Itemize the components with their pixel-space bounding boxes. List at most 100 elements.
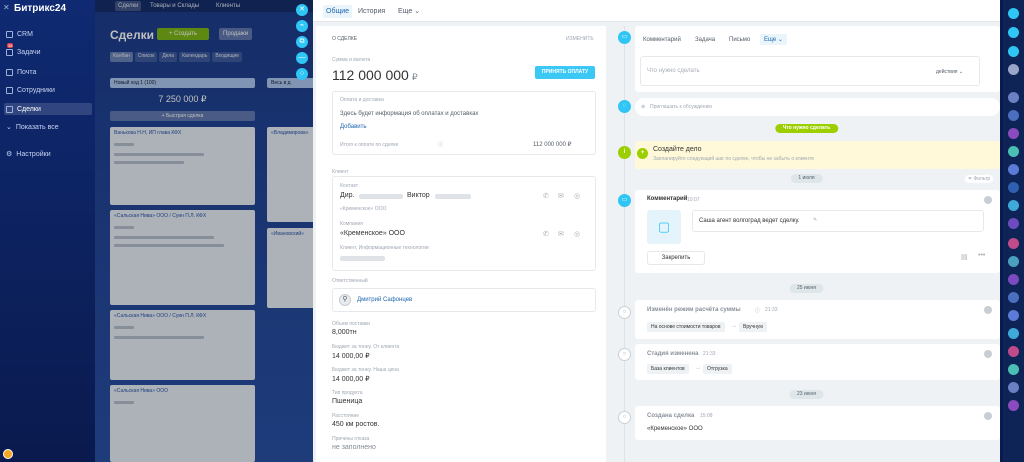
view-incoming[interactable]: Входящие [212,52,243,62]
mail-icon[interactable]: ✉ [558,192,564,200]
nav-item-show-all[interactable]: ⌄ Показать все [4,121,92,133]
quick-deal-button[interactable]: + Быстрая сделка [110,111,255,121]
nav-item-crm[interactable]: CRM [4,28,92,40]
contact-name[interactable]: Дир. [340,192,355,199]
nav-item-mail[interactable]: Почта [4,66,92,78]
avatar[interactable] [1008,146,1019,157]
deal-card[interactable]: Ванькова Н.Н, ИП глава КФХ [110,127,255,205]
avatar[interactable] [1008,274,1019,285]
copy-link-icon[interactable]: ○ [296,68,308,80]
todo-input[interactable]: Что нужно сделать действия ⌄ [640,56,980,86]
event-deal-created: Создана сделка 15:08 «Кременское» ООО [635,406,1000,440]
avatar[interactable] [1008,292,1019,303]
pin-button[interactable]: Закрепить [647,251,705,265]
view-activities[interactable]: Дела [159,52,178,62]
avatar[interactable] [1008,92,1019,103]
author-avatar[interactable] [984,196,992,204]
composer-tab-more[interactable]: Еще ⌄ [760,34,787,45]
tab-history[interactable]: История [355,5,388,18]
author-avatar[interactable] [984,306,992,314]
notifications-icon[interactable] [1008,8,1019,19]
filter-button[interactable]: ⏷ Фильтр [965,175,994,183]
tab-products[interactable]: Товары и Склады [147,1,202,11]
deal-card[interactable]: «Сальская Нива» ООО / Суин П.Л. КФХ [110,310,255,380]
crm-kanban-background: Сделки Товары и Склады Клиенты Сделки + … [95,0,325,462]
column-header: Новый ход 1 (100) [110,78,255,88]
author-avatar[interactable] [984,412,992,420]
avatar[interactable] [1008,164,1019,175]
open-window-icon[interactable]: ⧉ [296,36,308,48]
deal-card[interactable]: «Сальская Нива» ООО [110,385,255,462]
link-icon[interactable]: ⌁ [296,20,308,32]
avatar[interactable] [1008,218,1019,229]
more-icon[interactable]: ••• [978,252,985,259]
nav-item-tasks[interactable]: 36 Задачи [4,43,92,58]
chat-icon[interactable] [1008,46,1019,57]
phone-icon[interactable]: ✆ [543,192,549,200]
created-deal-company[interactable]: «Кременское» ООО [647,426,703,432]
history-icon: ○ [618,306,631,319]
user-icon: ⚲ [339,294,351,306]
user-avatar[interactable] [3,449,13,459]
skype-icon[interactable]: ◎ [574,230,580,238]
info-icon: ⓘ [755,308,761,314]
arrow-icon: → [695,365,701,371]
tab-clients[interactable]: Клиенты [213,1,243,11]
avatar[interactable] [1008,382,1019,393]
avatar[interactable] [1008,400,1019,411]
edit-icon[interactable]: ✎ [813,217,817,223]
skype-icon[interactable]: ◎ [574,192,580,200]
deal-sum: 112 000 000 ₽ [332,67,418,83]
tab-deals[interactable]: Сделки [115,1,142,11]
deals-icon [6,105,13,113]
avatar[interactable] [1008,328,1019,339]
chevron-down-icon: ⌄ [414,8,421,15]
avatar[interactable] [1008,200,1019,211]
deal-card[interactable]: «Сальская Нива» ООО / Суин П.Л. КФХ [110,210,255,305]
create-task-card[interactable]: + Создайте дело Запланируйте следующий ш… [635,141,1000,169]
menu-icon[interactable]: ✕ [3,3,10,12]
company-name[interactable]: «Кременское» ООО [340,230,405,237]
composer-tab-email[interactable]: Письмо [729,37,750,43]
responsible-name[interactable]: Дмитрий Сафонцев [357,297,412,303]
tab-more[interactable]: Еще ⌄ [395,5,423,18]
avatar[interactable] [1008,182,1019,193]
document-icon[interactable]: ▤ [961,253,968,261]
create-deal-button[interactable]: + Создать [157,28,209,40]
composer-tab-task[interactable]: Задача [695,37,715,43]
actions-dropdown[interactable]: действия ⌄ [936,69,963,75]
brand-logo[interactable]: Битрикс24 [14,3,66,14]
avatar[interactable] [1008,364,1019,375]
mail-icon[interactable]: ✉ [558,230,564,238]
avatar[interactable] [1008,110,1019,121]
search-icon[interactable] [1008,27,1019,38]
author-avatar[interactable] [984,350,992,358]
nav-item-settings[interactable]: ⚙ Настройки [4,148,92,160]
avatar[interactable] [1008,128,1019,139]
history-icon: ○ [618,348,631,361]
pipeline-selector[interactable]: Продажи [219,28,253,40]
tab-general[interactable]: Общие [323,5,353,18]
avatar[interactable] [1008,256,1019,267]
composer-tab-comment[interactable]: Комментарий [643,37,681,43]
add-payment-link[interactable]: Добавить [340,124,367,130]
nav-item-employees[interactable]: Сотрудники [4,84,92,96]
avatar[interactable] [1008,238,1019,249]
close-icon[interactable]: ✕ [296,4,308,16]
avatar[interactable] [1008,346,1019,357]
view-kanban[interactable]: Канбан [110,52,133,62]
responsible-block: ⚲ Дмитрий Сафонцев [332,288,596,312]
phone-icon[interactable]: ✆ [543,230,549,238]
accept-payment-button[interactable]: ПРИНЯТЬ ОПЛАТУ [535,66,595,79]
avatar[interactable] [1008,310,1019,321]
contacts-icon[interactable] [1008,64,1019,75]
nav-item-deals[interactable]: Сделки [4,103,92,115]
slider-controls: ✕ ⌁ ⧉ — ○ [296,4,308,104]
deal-details-panel: О сделке изменить Сумма и валюта 112 000… [316,26,606,462]
discussion-input[interactable]: ⊕ Приглашать к обсуждению [635,98,1000,116]
minimize-icon[interactable]: — [296,52,308,64]
left-navigation: ✕ Битрикс24 CRM 36 Задачи Почта Сотрудник… [0,0,95,462]
view-list[interactable]: Список [134,52,158,62]
edit-link[interactable]: изменить [566,36,594,42]
view-calendar[interactable]: Календарь [179,52,211,62]
